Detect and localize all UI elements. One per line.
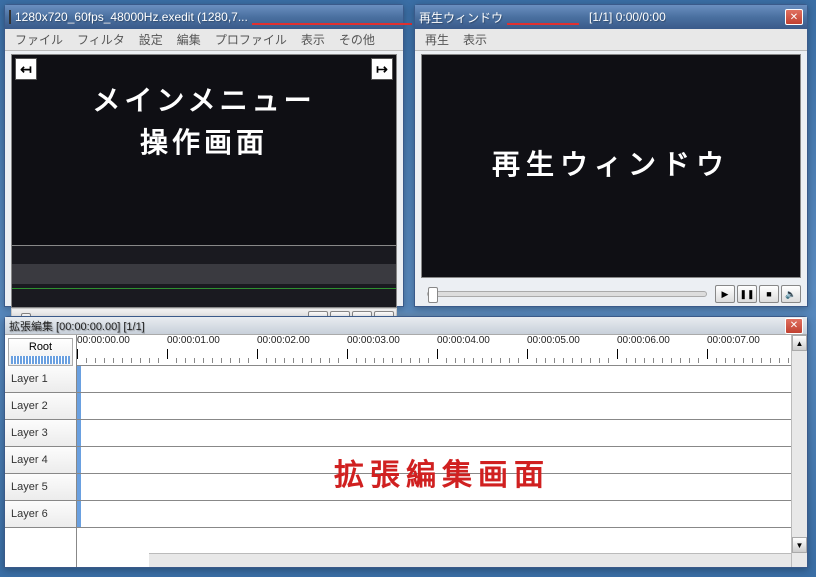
track-row-5[interactable]	[77, 474, 807, 501]
play-overlay-label: 再生ウィンドウ	[422, 143, 800, 183]
timeline-title-text: 拡張編集 [00:00:00.00] [1/1]	[9, 318, 145, 334]
track-edge-bar	[77, 501, 81, 527]
play-menu-view[interactable]: 表示	[457, 29, 493, 50]
timeline-close-button[interactable]: ✕	[785, 318, 803, 334]
main-title-text: 1280x720_60fps_48000Hz.exedit (1280,7...	[15, 10, 248, 24]
menu-profile[interactable]: プロファイル	[209, 29, 293, 50]
time-tick: 00:00:03.00	[347, 335, 400, 346]
main-preview-area: ↤ ↦ メインメニュー 操作画面	[11, 54, 397, 246]
track-edge-bar	[77, 447, 81, 473]
app-icon	[9, 10, 11, 24]
play-titlebar[interactable]: 再生ウィンドウ [1/1] 0:00/0:00 ✕	[415, 5, 807, 29]
time-tick: 00:00:04.00	[437, 335, 490, 346]
time-tick: 00:00:00.00	[77, 335, 130, 346]
time-tick: 00:00:07.00	[707, 335, 760, 346]
volume-button[interactable]: 🔈	[781, 285, 801, 303]
layer-1-label[interactable]: Layer 1	[5, 366, 76, 393]
track-row-3[interactable]	[77, 420, 807, 447]
scroll-up-icon: ▲	[796, 339, 804, 348]
play-title-underline	[507, 23, 579, 25]
pause-button[interactable]: ❚❚	[737, 285, 757, 303]
main-overlay-label: メインメニュー 操作画面	[12, 80, 396, 164]
play-menubar: 再生 表示	[415, 29, 807, 51]
scroll-down-button[interactable]: ▼	[792, 537, 807, 553]
menu-view[interactable]: 表示	[295, 29, 331, 50]
playback-window: 再生ウィンドウ [1/1] 0:00/0:00 ✕ 再生 表示 再生ウィンドウ …	[414, 4, 808, 307]
play-close-button[interactable]: ✕	[785, 9, 803, 25]
timeline-window: 拡張編集 [00:00:00.00] [1/1] ✕ Root Layer 1 …	[4, 316, 808, 568]
time-tick: 00:00:02.00	[257, 335, 310, 346]
root-label: Root	[29, 341, 52, 353]
prev-marker-button[interactable]: ↤	[15, 58, 37, 80]
menu-file[interactable]: ファイル	[9, 29, 69, 50]
main-titlebar[interactable]: 1280x720_60fps_48000Hz.exedit (1280,7...…	[5, 5, 403, 29]
track-row-2[interactable]	[77, 393, 807, 420]
play-title-prefix: 再生ウィンドウ	[419, 9, 503, 26]
stop-icon: ■	[766, 289, 771, 299]
play-preview-area: 再生ウィンドウ	[421, 54, 801, 278]
timeline-layer-column: Root Layer 1 Layer 2 Layer 3 Layer 4 Lay…	[5, 335, 77, 567]
layer-4-label[interactable]: Layer 4	[5, 447, 76, 474]
volume-icon: 🔈	[785, 289, 796, 300]
main-overlay-line1: メインメニュー	[92, 85, 315, 116]
time-tick: 00:00:01.00	[167, 335, 220, 346]
play-icon: ▶	[722, 289, 729, 300]
time-ruler[interactable]: 00:00:00.00 00:00:01.00 00:00:02.00 00:00:0…	[77, 335, 807, 366]
timeline-hscrollbar[interactable]	[149, 553, 791, 567]
play-seek-thumb[interactable]	[428, 287, 438, 303]
right-arrow-icon: ↦	[376, 61, 388, 78]
track-edge-bar	[77, 474, 81, 500]
scroll-down-icon: ▼	[796, 541, 804, 550]
root-minimap	[11, 356, 70, 364]
scroll-up-button[interactable]: ▲	[792, 335, 807, 351]
menu-other[interactable]: その他	[333, 29, 381, 50]
track-row-4[interactable]	[77, 447, 807, 474]
menu-edit[interactable]: 編集	[171, 29, 207, 50]
close-icon: ✕	[790, 12, 798, 23]
main-menubar: ファイル フィルタ 設定 編集 プロファイル 表示 その他	[5, 29, 403, 51]
close-icon: ✕	[790, 320, 798, 331]
main-overlay-line2: 操作画面	[140, 127, 268, 158]
track-edge-bar	[77, 420, 81, 446]
timeline-titlebar[interactable]: 拡張編集 [00:00:00.00] [1/1] ✕	[5, 317, 807, 335]
play-seek-slider[interactable]	[427, 291, 707, 297]
title-underline	[252, 23, 412, 25]
stop-button[interactable]: ■	[759, 285, 779, 303]
time-tick: 00:00:05.00	[527, 335, 580, 346]
time-tick: 00:00:06.00	[617, 335, 670, 346]
track-edge-bar	[77, 366, 81, 392]
left-arrow-icon: ↤	[20, 61, 32, 78]
play-button[interactable]: ▶	[715, 285, 735, 303]
audio-strip	[11, 246, 397, 308]
play-menu-play[interactable]: 再生	[419, 29, 455, 50]
track-row-1[interactable]	[77, 366, 807, 393]
menu-filter[interactable]: フィルタ	[71, 29, 131, 50]
play-controls: ▶ ❚❚ ■ 🔈	[421, 282, 801, 306]
layer-5-label[interactable]: Layer 5	[5, 474, 76, 501]
main-edit-window: 1280x720_60fps_48000Hz.exedit (1280,7...…	[4, 4, 404, 307]
timeline-vscrollbar[interactable]: ▲ ▼	[791, 335, 807, 567]
track-edge-bar	[77, 393, 81, 419]
menu-settings[interactable]: 設定	[133, 29, 169, 50]
timeline-tracks-area[interactable]: 00:00:00.00 00:00:01.00 00:00:02.00 00:00:0…	[77, 335, 807, 567]
play-title-suffix: [1/1] 0:00/0:00	[589, 10, 666, 24]
layer-6-label[interactable]: Layer 6	[5, 501, 76, 528]
track-row-6[interactable]	[77, 501, 807, 528]
next-marker-button[interactable]: ↦	[371, 58, 393, 80]
timeline-body: Root Layer 1 Layer 2 Layer 3 Layer 4 Lay…	[5, 335, 807, 567]
layer-3-label[interactable]: Layer 3	[5, 420, 76, 447]
layer-2-label[interactable]: Layer 2	[5, 393, 76, 420]
root-cell[interactable]: Root	[8, 338, 73, 366]
pause-icon: ❚❚	[739, 289, 754, 300]
